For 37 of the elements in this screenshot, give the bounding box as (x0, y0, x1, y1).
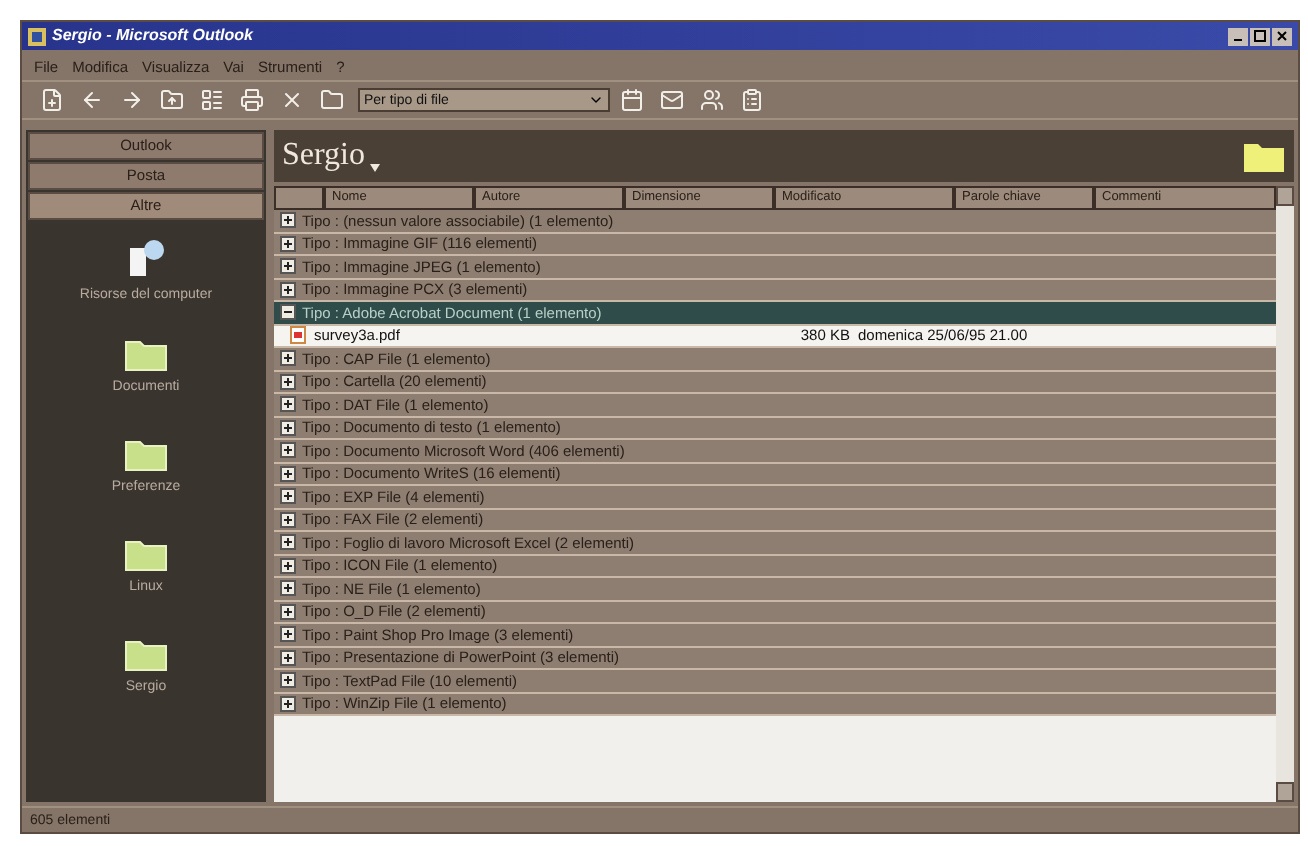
expand-icon[interactable] (280, 626, 296, 643)
folder-icon (1242, 138, 1286, 174)
window-title: Sergio - Microsoft Outlook (52, 24, 255, 48)
scrollbar[interactable] (1276, 186, 1294, 802)
minimize-icon[interactable] (1228, 27, 1248, 45)
document-icon (290, 326, 306, 345)
app-icon (28, 27, 46, 45)
folder-icon (124, 536, 168, 572)
collapse-icon[interactable] (280, 304, 296, 321)
expand-icon[interactable] (280, 603, 296, 620)
expand-icon[interactable] (280, 258, 296, 275)
expand-icon[interactable] (280, 649, 296, 666)
expand-icon[interactable] (280, 557, 296, 574)
expand-icon[interactable] (280, 396, 296, 413)
folder-icon (124, 336, 168, 372)
folder-icon (124, 436, 168, 472)
dropdown-icon[interactable] (370, 164, 381, 172)
expand-icon[interactable] (280, 580, 296, 597)
expand-icon[interactable] (280, 534, 296, 551)
column-header[interactable] (274, 186, 324, 210)
expand-icon[interactable] (280, 488, 296, 505)
expand-icon[interactable] (280, 235, 296, 252)
expand-icon[interactable] (280, 419, 296, 436)
folder-icon (124, 636, 168, 672)
expand-icon[interactable] (280, 350, 296, 367)
expand-icon[interactable] (280, 373, 296, 390)
expand-icon[interactable] (280, 695, 296, 712)
close-icon[interactable] (1272, 27, 1292, 45)
expand-icon[interactable] (280, 212, 296, 229)
maximize-icon[interactable] (1250, 27, 1270, 45)
expand-icon[interactable] (280, 281, 296, 298)
expand-icon[interactable] (280, 465, 296, 482)
expand-icon[interactable] (280, 442, 296, 459)
folder-title[interactable]: Sergio (282, 140, 365, 172)
caret-icon[interactable] (588, 92, 604, 108)
expand-icon[interactable] (280, 672, 296, 689)
expand-icon[interactable] (280, 511, 296, 528)
